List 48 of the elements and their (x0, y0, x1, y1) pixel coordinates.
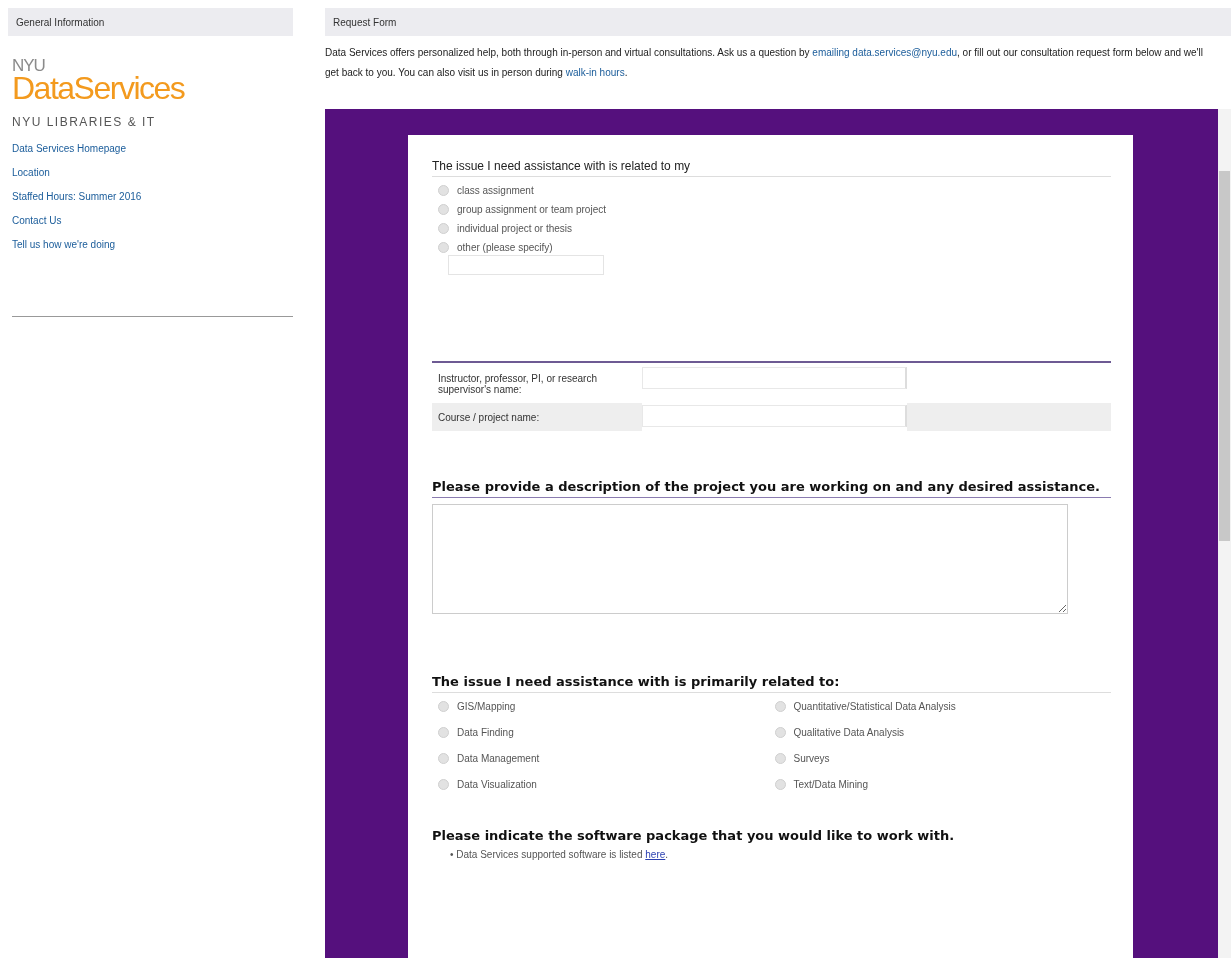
field-label: Course / project name: (432, 403, 642, 431)
sidebar-link[interactable]: Contact Us (12, 215, 293, 226)
scrollbar[interactable] (1218, 109, 1231, 958)
radio-button[interactable] (438, 223, 449, 234)
radio-button[interactable] (438, 204, 449, 215)
input-field[interactable] (642, 405, 907, 427)
section-header: General Information (8, 8, 293, 36)
radio-option[interactable]: Data Finding (438, 727, 775, 738)
text-link[interactable]: walk-in hours (565, 67, 625, 78)
input-field[interactable] (642, 367, 907, 389)
question-title: The issue I need assistance with is related to my (432, 159, 1111, 177)
text-link[interactable]: emailing data.services@nyu.edu (812, 47, 957, 58)
radio-button[interactable] (438, 727, 449, 738)
subtitle: NYU LIBRARIES & IT (12, 115, 157, 129)
radio-button[interactable] (438, 185, 449, 196)
sidebar-link[interactable]: Location (12, 167, 293, 178)
input-field[interactable] (448, 255, 604, 275)
intro-paragraph: Data Services offers personalized help, both through in-person and virtual consultations. Ask us a question by emailing data.services@nyu.edu, or fill out our consultation request form below and we'll get back to you. You can also visit us in person during walk-in hours. (325, 46, 1204, 80)
radio-option[interactable]: Quantitative/Statistical Data Analysis (774, 701, 1111, 712)
radio-button[interactable] (774, 753, 786, 764)
radio-button[interactable] (774, 701, 786, 712)
description-field[interactable] (432, 504, 1068, 614)
radio-button[interactable] (774, 727, 786, 738)
radio-option[interactable]: class assignment (438, 185, 1111, 196)
radio-option[interactable]: group assignment or team project (438, 204, 1111, 215)
logo-text: NYU (12, 58, 46, 73)
logo-text: DataServices (12, 73, 186, 103)
sidebar-link[interactable]: Tell us how we're doing (12, 239, 293, 250)
radio-option[interactable]: Qualitative Data Analysis (774, 727, 1111, 738)
sidebar-link[interactable]: Data Services Homepage (12, 143, 293, 154)
radio-button[interactable] (438, 779, 449, 790)
radio-option[interactable]: individual project or thesis (438, 223, 1111, 234)
radio-button[interactable] (438, 701, 449, 712)
radio-option[interactable]: other (please specify) (438, 242, 1111, 253)
radio-option[interactable]: Data Management (438, 753, 775, 764)
radio-option[interactable]: Data Visualization (438, 779, 775, 790)
section-header: Request Form (325, 8, 1231, 36)
radio-button[interactable] (438, 242, 449, 253)
radio-option[interactable]: GIS/Mapping (438, 701, 775, 712)
question-title: The issue I need assistance with is primarily related to: (432, 674, 1111, 693)
radio-button[interactable] (774, 779, 786, 790)
question-title: Please provide a description of the project you are working on and any desired assistance. (432, 479, 1111, 498)
sidebar-link[interactable]: Staffed Hours: Summer 2016 (12, 191, 293, 202)
radio-button[interactable] (438, 753, 449, 764)
radio-option[interactable]: Surveys (774, 753, 1111, 764)
question-title: Please indicate the software package that you would like to work with. (432, 828, 956, 845)
note-text: • Data Services supported software is listed here. (450, 849, 670, 860)
radio-option[interactable]: Text/Data Mining (774, 779, 1111, 790)
